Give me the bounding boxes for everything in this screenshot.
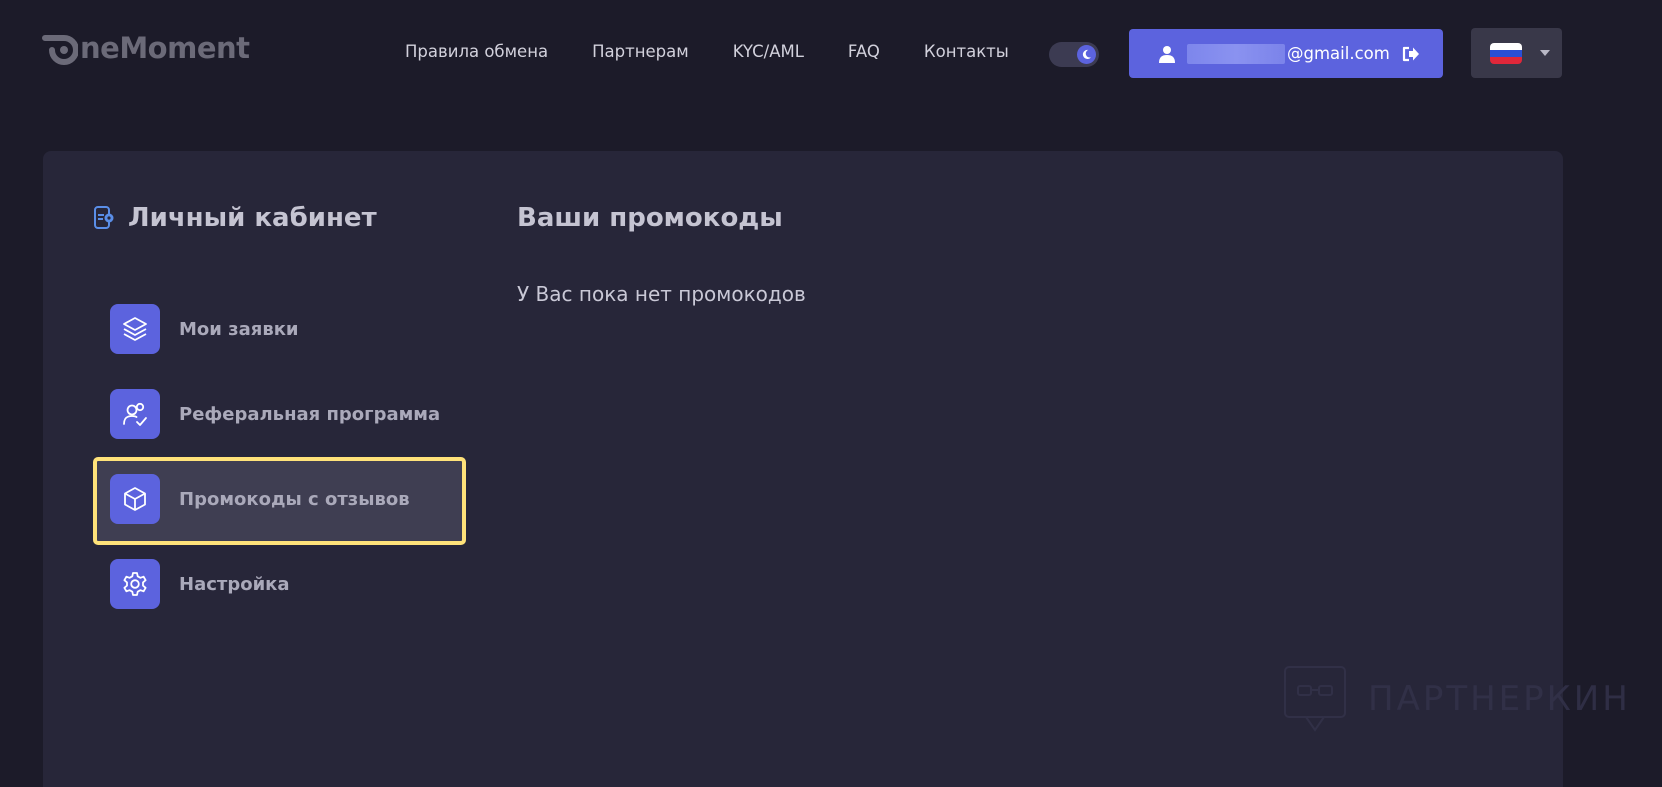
sidebar-item-settings[interactable]: Настройка (110, 559, 460, 609)
page: neMoment Правила обмена Партнерам KYC/AM… (0, 0, 1662, 787)
chevron-down-icon (1540, 50, 1550, 56)
sidebar-item-review-promocodes[interactable]: Промокоды с отзывов (110, 474, 460, 524)
moon-icon (1082, 49, 1092, 60)
watermark-text: ПАРТНЕРКИН (1368, 679, 1631, 719)
sidebar-item-referral[interactable]: Реферальная программа (110, 389, 460, 439)
chat-bubble-icon (1284, 666, 1346, 732)
sidebar-item-label: Реферальная программа (179, 403, 441, 425)
nav-exchange-rules[interactable]: Правила обмена (405, 42, 548, 61)
theme-toggle-knob (1077, 45, 1096, 64)
empty-state-text: У Вас пока нет промокодов (517, 282, 806, 306)
cabinet-title: Личный кабинет (92, 203, 377, 233)
sidebar-item-label: Промокоды с отзывов (179, 488, 410, 510)
nav-kyc-aml[interactable]: KYC/AML (733, 42, 804, 61)
watermark: ПАРТНЕРКИН (1284, 666, 1631, 732)
nav-partners[interactable]: Партнерам (592, 42, 689, 61)
main-nav: Правила обмена Партнерам KYC/AML FAQ Кон… (405, 42, 1053, 61)
logout-icon[interactable] (1402, 46, 1420, 62)
sidebar-item-my-orders[interactable]: Мои заявки (110, 304, 460, 354)
page-title: Ваши промокоды (517, 203, 783, 233)
email-redacted (1187, 43, 1285, 64)
logo-mark-icon (42, 35, 78, 65)
language-selector[interactable] (1471, 28, 1562, 78)
user-icon (1159, 45, 1175, 63)
layers-icon (110, 304, 160, 354)
gear-icon (110, 559, 160, 609)
user-email-suffix: @gmail.com (1287, 44, 1390, 63)
box-icon (110, 474, 160, 524)
sidebar-item-label: Настройка (179, 573, 290, 595)
nav-contacts[interactable]: Контакты (924, 42, 1009, 61)
nav-faq[interactable]: FAQ (848, 42, 880, 61)
cabinet-icon (94, 206, 114, 229)
theme-toggle[interactable] (1049, 42, 1099, 67)
logo-text: neMoment (80, 31, 250, 65)
cabinet-title-text: Личный кабинет (128, 203, 377, 233)
logo[interactable]: neMoment (42, 30, 250, 66)
user-account-button[interactable]: @gmail.com (1129, 29, 1443, 78)
users-check-icon (110, 389, 160, 439)
sidebar-item-label: Мои заявки (179, 318, 299, 340)
russia-flag-icon (1490, 42, 1522, 64)
